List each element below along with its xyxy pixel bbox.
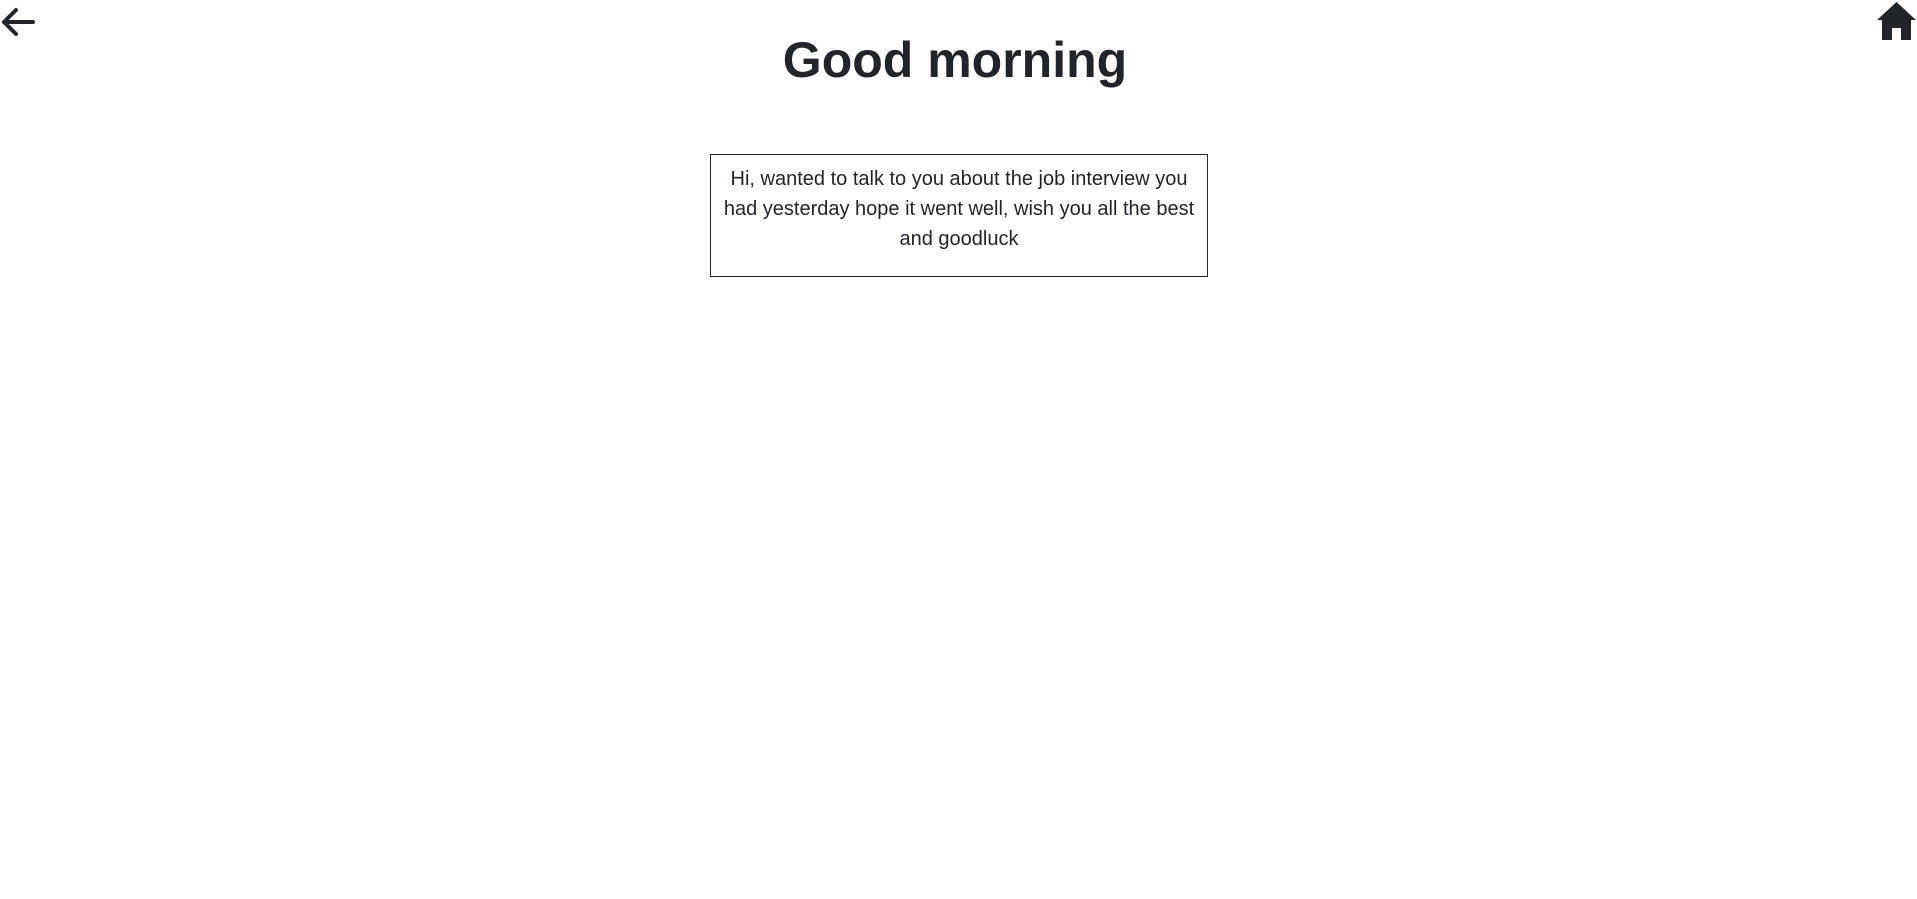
message-box: Hi, wanted to talk to you about the job … <box>710 154 1208 277</box>
page: Good morning Hi, wanted to talk to you a… <box>0 0 1917 899</box>
page-title: Good morning <box>782 32 1128 88</box>
message-text: Hi, wanted to talk to you about the job … <box>723 168 1195 250</box>
